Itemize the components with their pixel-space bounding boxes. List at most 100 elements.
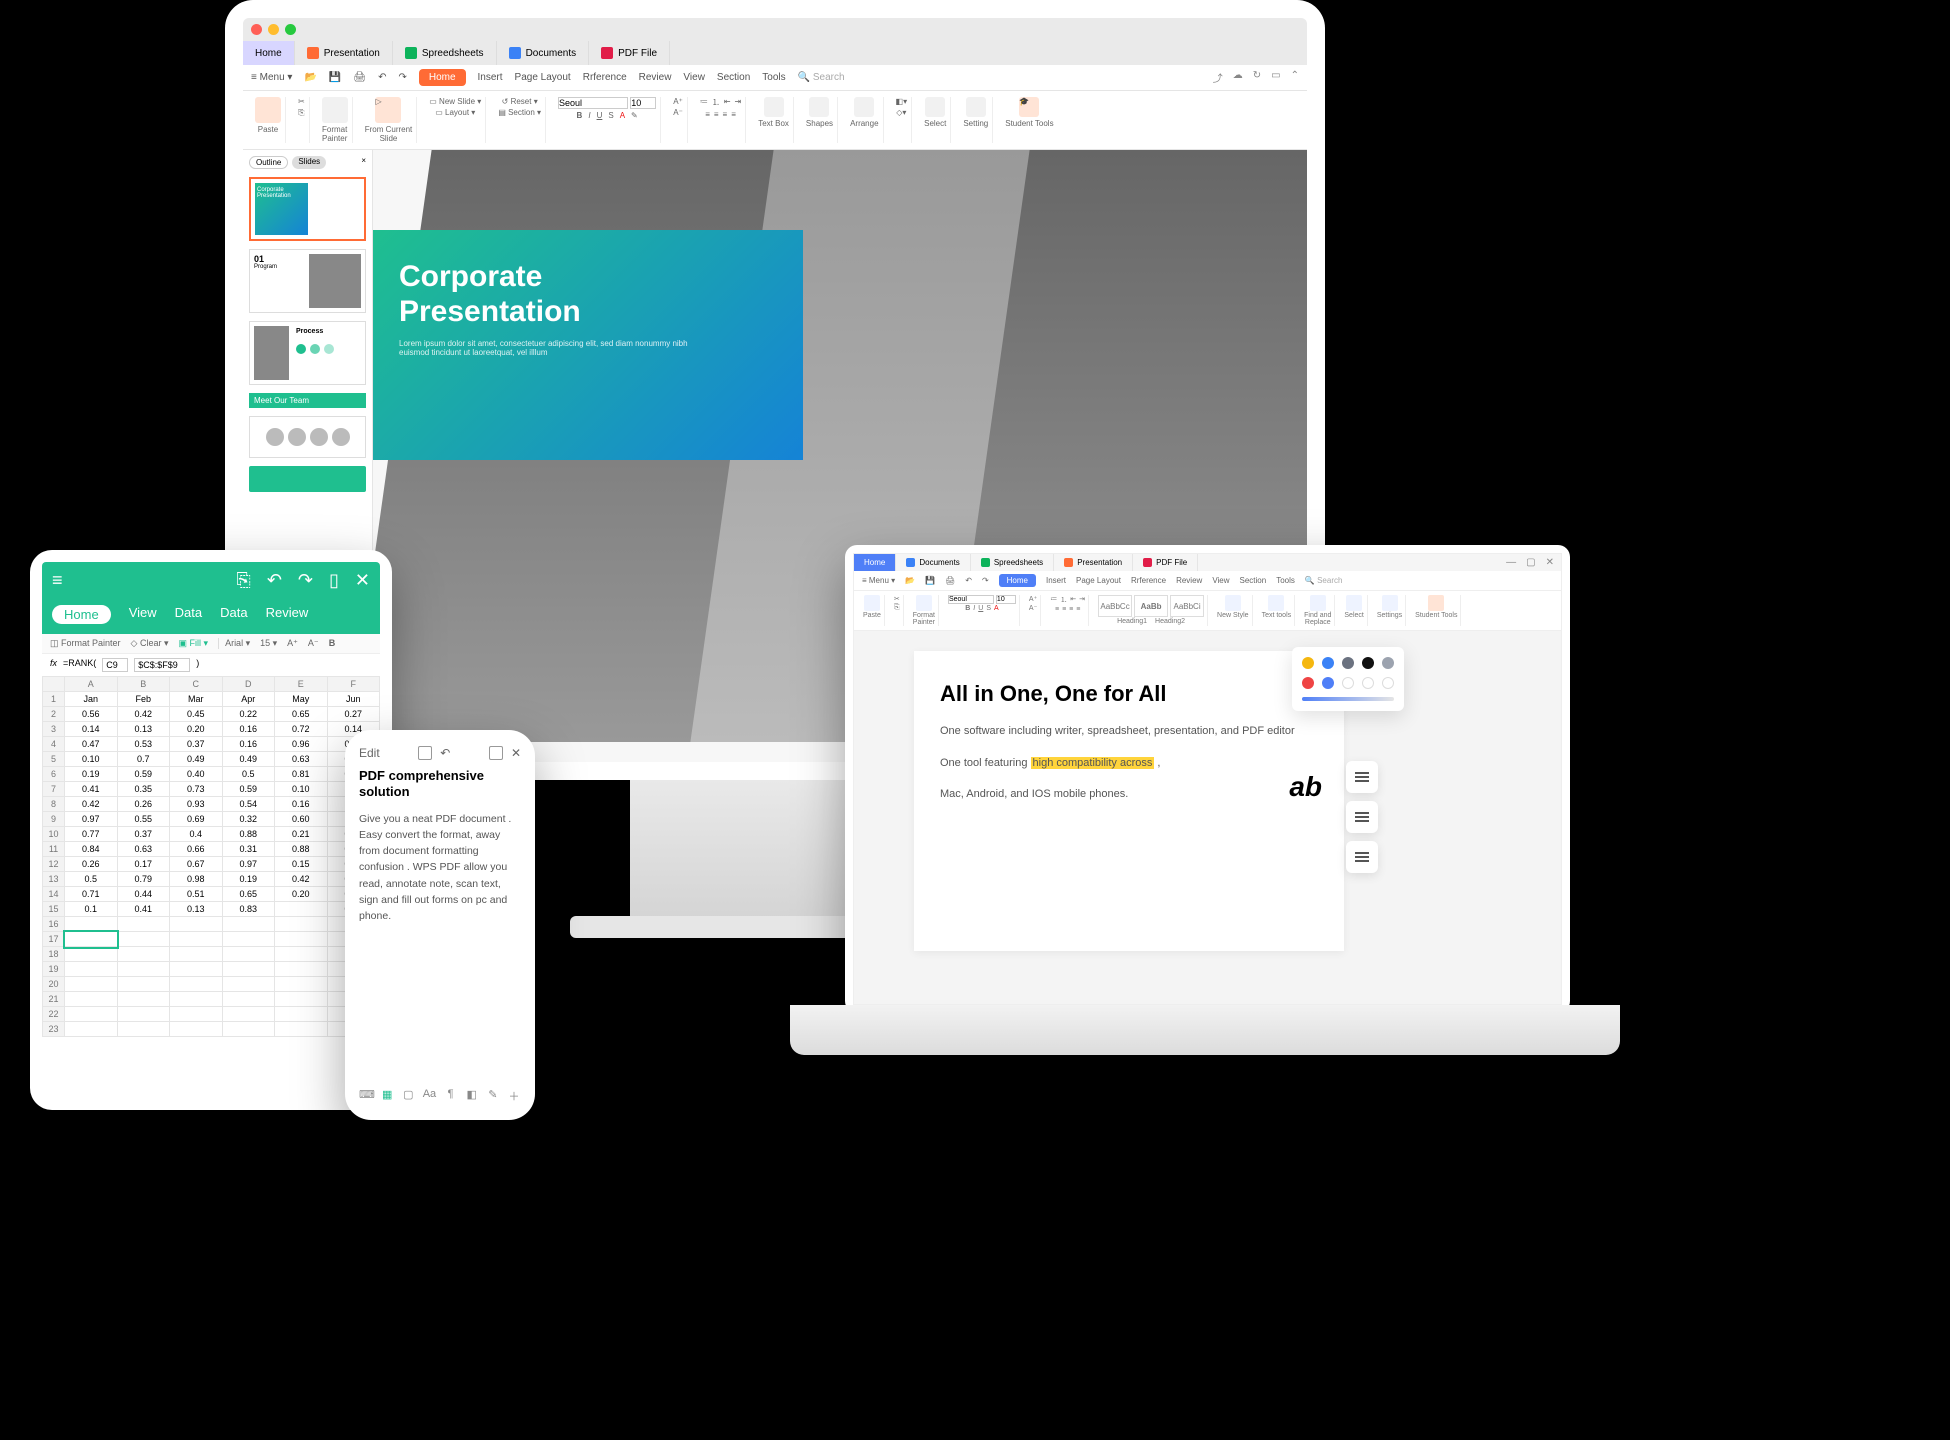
align-right-button[interactable] [1346, 841, 1378, 873]
student-tools-icon[interactable]: 🎓 [1019, 97, 1039, 117]
menu-reference[interactable]: Rrference [583, 72, 627, 83]
menu-review[interactable]: Review [639, 72, 672, 83]
setting-button[interactable]: Setting [963, 119, 988, 128]
settings-icon[interactable] [1382, 595, 1398, 611]
menu-view[interactable]: View [1212, 576, 1229, 585]
table-row[interactable]: 17 [43, 932, 380, 947]
tab-spreadsheets[interactable]: Spreedsheets [393, 41, 497, 65]
font-select[interactable]: Arial ▾ [218, 638, 250, 649]
numbering-icon[interactable]: ⒈ [712, 97, 720, 108]
fill-color-icon[interactable]: ◧▾ [896, 97, 908, 106]
qat-undo-icon[interactable]: ↶ [378, 72, 386, 83]
qat-save-icon[interactable]: 💾 [329, 72, 341, 83]
table-row[interactable]: 19 [43, 962, 380, 977]
menu-button[interactable]: ≡ Menu ▾ [251, 72, 292, 83]
table-row[interactable]: 140.710.440.510.650.200.08 [43, 887, 380, 902]
settings-icon[interactable] [966, 97, 986, 117]
table-row[interactable]: 80.420.260.930.540.16 [43, 797, 380, 812]
shapes-button[interactable]: Shapes [806, 119, 833, 128]
spreadsheet-grid[interactable]: ABCDEF 1JanFebMarAprMayJun 20.560.420.45… [42, 676, 380, 1037]
qat-redo-icon[interactable]: ↷ [398, 72, 406, 83]
formula-text[interactable]: =RANK( [63, 658, 96, 672]
menu-tools[interactable]: Tools [1276, 576, 1295, 585]
section-button[interactable]: ▤ Section ▾ [498, 108, 541, 117]
draw-icon[interactable]: ✎ [486, 1088, 500, 1104]
table-row[interactable]: 50.100.70.490.490.630.03 [43, 752, 380, 767]
color-swatch[interactable] [1362, 677, 1374, 689]
edit-button[interactable]: Edit [359, 746, 380, 760]
align-justify-icon[interactable]: ≡ [731, 110, 736, 119]
text-box-button[interactable]: Text Box [758, 119, 789, 128]
close-icon[interactable]: ✕ [511, 746, 521, 760]
menu-insert[interactable]: Insert [478, 72, 503, 83]
page-icon[interactable]: ▯ [329, 570, 339, 591]
tab-presentation[interactable]: Presentation [1054, 554, 1133, 571]
table-row[interactable]: 23 [43, 1022, 380, 1037]
font-size-select[interactable] [630, 97, 656, 109]
tab-data-2[interactable]: Data [220, 605, 247, 624]
increase-font-icon[interactable]: A⁺ [673, 97, 683, 106]
caret-icon[interactable]: ⌃ [1291, 70, 1299, 85]
style-gallery[interactable]: AaBbCc AaBb AaBbCi [1098, 595, 1204, 617]
slide-thumb-2[interactable]: 01 Program [249, 249, 366, 313]
table-row[interactable]: 22 [43, 1007, 380, 1022]
tab-documents[interactable]: Documents [497, 41, 590, 65]
decrease-font-icon[interactable]: A⁻ [308, 638, 319, 649]
font-select[interactable] [558, 97, 628, 109]
table-row[interactable]: 18 [43, 947, 380, 962]
table-row[interactable]: 20.560.420.450.220.650.27 [43, 707, 380, 722]
paste-button[interactable]: Paste [258, 125, 278, 134]
select-button[interactable]: Select [924, 119, 946, 128]
italic-icon[interactable]: I [588, 111, 590, 120]
table-row[interactable]: 100.770.370.40.880.210.13 [43, 827, 380, 842]
add-icon[interactable]: ＋ [507, 1088, 521, 1104]
color-swatch[interactable] [1382, 657, 1394, 669]
close-panel-icon[interactable]: × [361, 156, 366, 169]
increase-font-icon[interactable]: A⁺ [287, 638, 298, 649]
align-right-icon[interactable]: ≡ [723, 110, 728, 119]
font-size-select[interactable]: 15 ▾ [260, 638, 277, 649]
color-swatch[interactable] [1302, 657, 1314, 669]
cell-ref[interactable] [102, 658, 128, 672]
table-row[interactable]: 70.410.350.730.590.10 [43, 782, 380, 797]
table-row[interactable]: 20 [43, 977, 380, 992]
redo-icon[interactable]: ↷ [298, 570, 313, 591]
undo-icon[interactable]: ↶ [267, 570, 282, 591]
search-input[interactable]: 🔍 Search [798, 72, 845, 83]
align-center-icon[interactable]: ≡ [714, 110, 719, 119]
format-painter-icon[interactable] [322, 97, 348, 123]
new-style-icon[interactable] [1225, 595, 1241, 611]
sync-icon[interactable]: ↻ [1253, 70, 1261, 85]
paste-icon[interactable] [255, 97, 281, 123]
window-controls[interactable] [243, 18, 1307, 41]
search-input[interactable]: 🔍 Search [1305, 576, 1343, 585]
color-swatch[interactable] [1322, 657, 1334, 669]
cut-icon[interactable]: ✂ [298, 97, 305, 106]
align-left-button[interactable] [1346, 761, 1378, 793]
table-row[interactable]: 60.190.590.400.50.810.74 [43, 767, 380, 782]
new-slide-button[interactable]: ▭ New Slide ▾ [429, 97, 481, 106]
document-area[interactable]: All in One, One for All One software inc… [854, 631, 1561, 1004]
student-tools-icon[interactable] [1428, 595, 1444, 611]
paste-icon[interactable] [864, 595, 880, 611]
layout-button[interactable]: ▭ Layout ▾ [435, 108, 475, 117]
table-row[interactable]: 120.260.170.670.970.150.53 [43, 857, 380, 872]
menu-home[interactable]: Home [999, 574, 1036, 587]
range-ref[interactable] [134, 658, 190, 672]
find-replace-icon[interactable] [1310, 595, 1326, 611]
reset-button[interactable]: ↺ Reset ▾ [502, 97, 538, 106]
layout-icon[interactable]: ▭ [1271, 70, 1280, 85]
menu-reference[interactable]: Rrference [1131, 576, 1166, 585]
format-painter-icon[interactable] [916, 595, 932, 611]
text-box-icon[interactable] [764, 97, 784, 117]
slide-thumb-4[interactable] [249, 416, 366, 458]
bold-icon[interactable]: B [329, 638, 336, 649]
underline-icon[interactable]: U [597, 111, 603, 120]
decrease-font-icon[interactable]: A⁻ [673, 108, 683, 117]
outline-color-icon[interactable]: ◇▾ [896, 108, 906, 117]
shapes-icon[interactable] [809, 97, 829, 117]
page-icon[interactable] [489, 746, 503, 760]
tab-home[interactable]: Home [854, 554, 896, 571]
outline-tab[interactable]: Outline [249, 156, 288, 169]
table-row[interactable]: 150.10.410.130.830.13 [43, 902, 380, 917]
